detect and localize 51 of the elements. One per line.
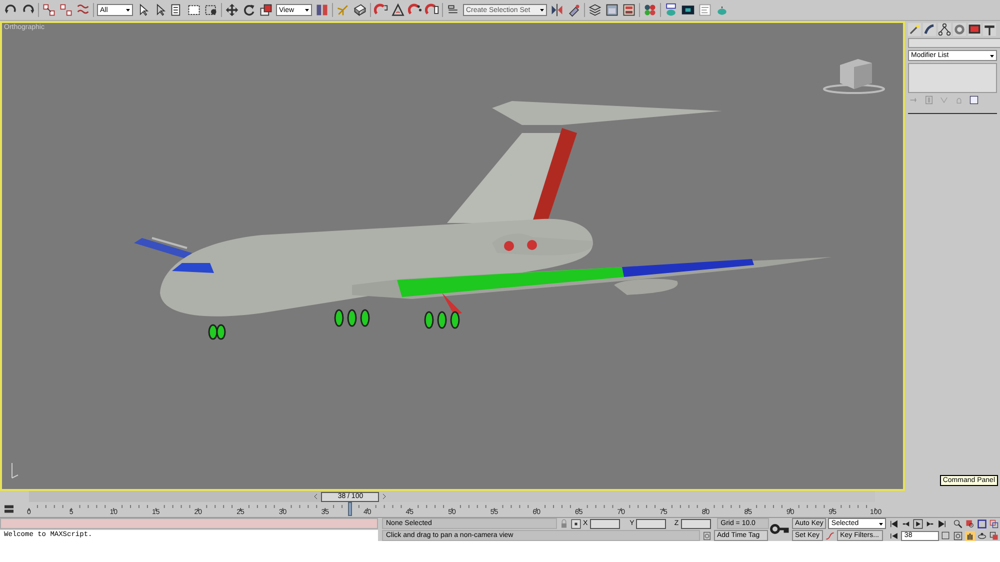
rendered-frame-icon[interactable] — [681, 3, 695, 17]
go-to-start-icon[interactable] — [889, 518, 900, 528]
layers-icon[interactable] — [588, 3, 602, 17]
time-tag-icon[interactable] — [702, 530, 712, 540]
wand-icon[interactable] — [908, 23, 921, 36]
key-curve-icon[interactable] — [824, 530, 835, 540]
hierarchy-icon[interactable] — [938, 23, 951, 36]
dropdown-arrow-icon — [124, 6, 132, 14]
y-coordinate-field[interactable] — [636, 518, 666, 528]
pivot-icon[interactable] — [315, 3, 329, 17]
scale-icon[interactable] — [259, 3, 273, 17]
rectangle-region-icon[interactable] — [187, 3, 201, 17]
current-frame-marker[interactable] — [348, 502, 352, 516]
mirror-icon[interactable] — [550, 3, 564, 17]
field-of-view-icon[interactable] — [953, 530, 964, 540]
zoom-all-icon[interactable] — [965, 518, 976, 528]
display-monitor-icon[interactable] — [968, 23, 981, 36]
schematic-view-icon[interactable] — [622, 3, 636, 17]
x-coordinate-field[interactable] — [590, 518, 620, 528]
dropdown-arrow-icon — [538, 6, 546, 14]
orbit-icon[interactable] — [977, 530, 988, 540]
window-crossing-icon[interactable] — [204, 3, 218, 17]
spinner-snap-icon[interactable] — [425, 3, 439, 17]
curve-editor-icon[interactable] — [605, 3, 619, 17]
align-icon[interactable] — [567, 3, 581, 17]
move-icon[interactable] — [225, 3, 239, 17]
teapot-icon[interactable] — [664, 3, 678, 17]
zoom-extents-all-icon[interactable] — [989, 518, 1000, 528]
maximize-viewport-icon[interactable] — [989, 530, 1000, 540]
configure-sets-icon[interactable] — [968, 95, 980, 105]
percent-snap-icon[interactable] — [408, 3, 422, 17]
next-frame-icon[interactable] — [925, 518, 936, 528]
unlink-icon[interactable] — [59, 3, 73, 17]
dropdown-arrow-icon — [303, 6, 311, 14]
zoom-icon[interactable] — [953, 518, 964, 528]
material-editor-icon[interactable] — [643, 3, 657, 17]
play-icon[interactable] — [913, 518, 924, 528]
magnet-icon[interactable] — [374, 3, 388, 17]
angle-snap-icon[interactable] — [391, 3, 405, 17]
zoom-extents-icon[interactable] — [977, 518, 988, 528]
maxscript-input-field[interactable] — [0, 518, 378, 529]
z-coordinate-field[interactable] — [680, 518, 711, 528]
axis-tripod-icon — [12, 462, 18, 478]
key-mode-toggle-icon[interactable] — [889, 530, 900, 540]
curved-wand-icon[interactable] — [923, 23, 936, 36]
link-icon[interactable] — [42, 3, 56, 17]
hammer-icon[interactable] — [983, 23, 996, 36]
go-to-end-icon[interactable] — [937, 518, 948, 528]
absolute-mode-icon[interactable] — [571, 518, 581, 528]
track-bar-icon[interactable] — [3, 503, 15, 515]
rotate-icon[interactable] — [242, 3, 256, 17]
